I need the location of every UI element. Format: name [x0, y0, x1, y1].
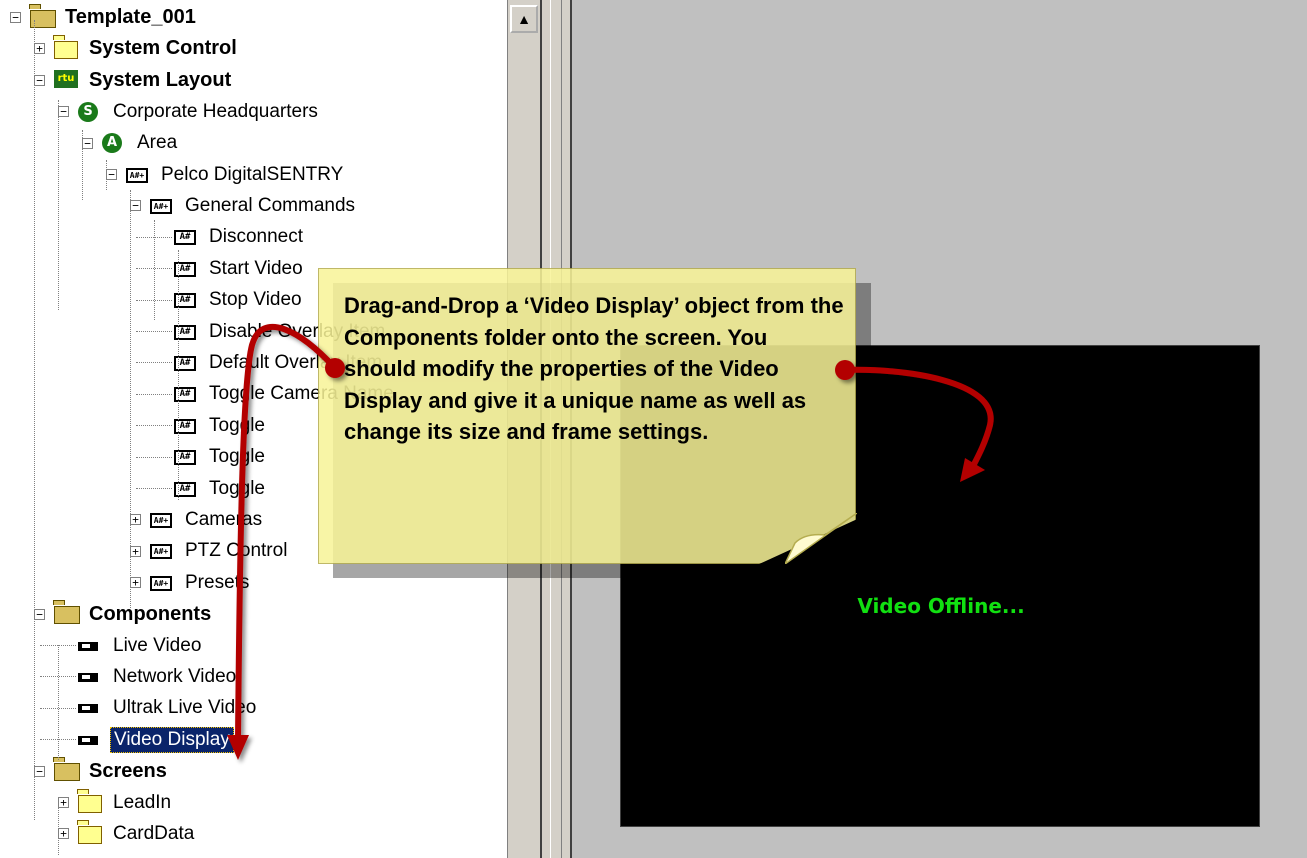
collapse-minus-icon[interactable]: −	[34, 608, 45, 620]
tree-item-label: Network Video	[113, 665, 237, 687]
expand-plus-icon[interactable]: +	[58, 797, 69, 808]
tree-item-label: Area	[137, 132, 178, 154]
tree-guide-line	[58, 100, 59, 310]
tree-connector-line	[136, 456, 172, 458]
tree-item-label: PTZ Control	[185, 540, 288, 562]
device-add-icon: A#+	[150, 573, 176, 593]
tree-item[interactable]: A#+ Pelco DigitalSENTRY	[126, 159, 346, 190]
tree-item[interactable]: Screens	[54, 756, 170, 787]
tree-guide-line	[58, 645, 59, 760]
camera-icon	[78, 730, 104, 750]
tree-guide-line	[58, 800, 59, 855]
expand-plus-icon[interactable]: +	[34, 43, 45, 55]
tree-item-label: Disconnect	[209, 226, 303, 248]
site-icon: S	[78, 101, 104, 122]
tree-item-label: Components	[89, 602, 212, 625]
collapse-minus-icon[interactable]: −	[106, 169, 117, 180]
tree-guide-line	[154, 220, 155, 320]
tree-guide-line	[82, 130, 83, 200]
tree-connector-line	[136, 362, 172, 364]
tree-item[interactable]: Components	[54, 599, 214, 630]
collapse-minus-icon[interactable]: −	[130, 200, 141, 212]
device-add-icon: A#+	[150, 541, 176, 561]
tree-item[interactable]: LeadIn	[78, 787, 174, 818]
tree-item[interactable]: A# Disconnect	[174, 222, 306, 253]
tree-item[interactable]: A# Toggle	[174, 410, 268, 441]
tree-item-label: CardData	[113, 822, 195, 844]
rtu-icon: rtu	[54, 70, 80, 90]
tree-item-label: Start Video	[209, 257, 303, 279]
expand-plus-icon[interactable]: +	[58, 828, 69, 840]
tree-guide-line	[178, 250, 179, 500]
tree-item-label: Toggle	[209, 414, 265, 436]
tree-item-label: Pelco DigitalSENTRY	[161, 163, 344, 185]
tree-item[interactable]: A#+ General Commands	[150, 190, 358, 221]
tree-item[interactable]: rtu System Layout	[54, 65, 234, 96]
camera-icon	[78, 636, 104, 656]
collapse-minus-icon[interactable]: −	[34, 74, 45, 86]
tree-item[interactable]: CardData	[78, 818, 197, 849]
tree-item-label: Stop Video	[209, 289, 302, 311]
tree-item[interactable]: Ultrak Live Video	[78, 693, 259, 724]
callout-fold-corner	[785, 513, 857, 564]
tree-connector-line	[136, 425, 172, 427]
collapse-minus-icon[interactable]: −	[58, 106, 69, 118]
collapse-minus-icon[interactable]: −	[82, 137, 93, 149]
tree-item-label: Presets	[185, 571, 250, 593]
tree-item[interactable]: S Corporate Headquarters	[78, 96, 321, 127]
tree-item[interactable]: A# Toggle	[174, 473, 268, 504]
camera-icon	[78, 698, 104, 718]
tree-guide-line	[34, 20, 35, 820]
folder-open-icon	[54, 604, 80, 625]
folder-closed-icon	[78, 793, 104, 813]
tree-item[interactable]: A# Stop Video	[174, 285, 305, 316]
tree-connector-line	[136, 331, 172, 332]
tree-guide-line	[130, 190, 131, 610]
expand-plus-icon[interactable]: +	[130, 514, 141, 526]
tree-item-label: Video Display	[110, 726, 234, 753]
tree-item-label: Ultrak Live Video	[113, 697, 257, 719]
folder-open-icon	[54, 761, 80, 782]
tree-connector-line	[136, 393, 172, 395]
tree-item-label: Live Video	[113, 634, 202, 656]
tree-item-label: General Commands	[185, 194, 356, 216]
tree-item-label: Toggle	[209, 446, 265, 468]
area-icon: A	[102, 133, 128, 154]
tree-item[interactable]: Network Video	[78, 661, 239, 692]
device-add-icon: A#+	[150, 510, 176, 530]
tree-item-label: Toggle	[209, 477, 265, 499]
tree-item[interactable]: A#+ PTZ Control	[150, 536, 290, 567]
tree-item[interactable]: A# Toggle	[174, 442, 268, 473]
tree-item-label: System Control	[89, 37, 237, 60]
expand-plus-icon[interactable]: +	[130, 577, 141, 589]
collapse-minus-icon[interactable]: −	[10, 12, 21, 23]
device-add-icon: A#+	[150, 196, 176, 216]
tree-item[interactable]: A# Start Video	[174, 253, 306, 284]
tree-item[interactable]: A Area	[102, 128, 180, 159]
device-add-icon: A#+	[126, 165, 152, 185]
tree-item[interactable]: A#+ Presets	[150, 567, 252, 598]
tree-item[interactable]: Template_001	[30, 2, 199, 33]
collapse-minus-icon[interactable]: −	[34, 765, 45, 777]
callout-text: Drag-and-Drop a ‘Video Display’ object f…	[344, 293, 844, 444]
tree-item-label: System Layout	[89, 68, 232, 91]
tree-item-label: LeadIn	[113, 791, 172, 813]
folder-closed-icon	[78, 824, 104, 844]
video-status-text: Video Offline...	[857, 594, 1025, 618]
tree-connector-line	[136, 488, 172, 489]
tree-guide-line	[106, 160, 107, 190]
scroll-up-arrow-icon[interactable]: ▲	[510, 5, 538, 33]
tree-item[interactable]: System Control	[54, 33, 240, 64]
tree-item-label: Cameras	[185, 508, 263, 530]
tree-item-label: Screens	[89, 759, 167, 782]
tree-item-label: Corporate Headquarters	[113, 100, 318, 122]
tree-item-label: Template_001	[65, 6, 196, 28]
tree-item[interactable]: Live Video	[78, 630, 204, 661]
tree-item[interactable]: A#+ Cameras	[150, 504, 265, 535]
tree-item[interactable]: Video Display	[78, 724, 234, 755]
camera-icon	[78, 667, 104, 687]
expand-plus-icon[interactable]: +	[130, 545, 141, 557]
command-icon: A#	[174, 227, 200, 247]
folder-closed-icon	[54, 39, 80, 59]
